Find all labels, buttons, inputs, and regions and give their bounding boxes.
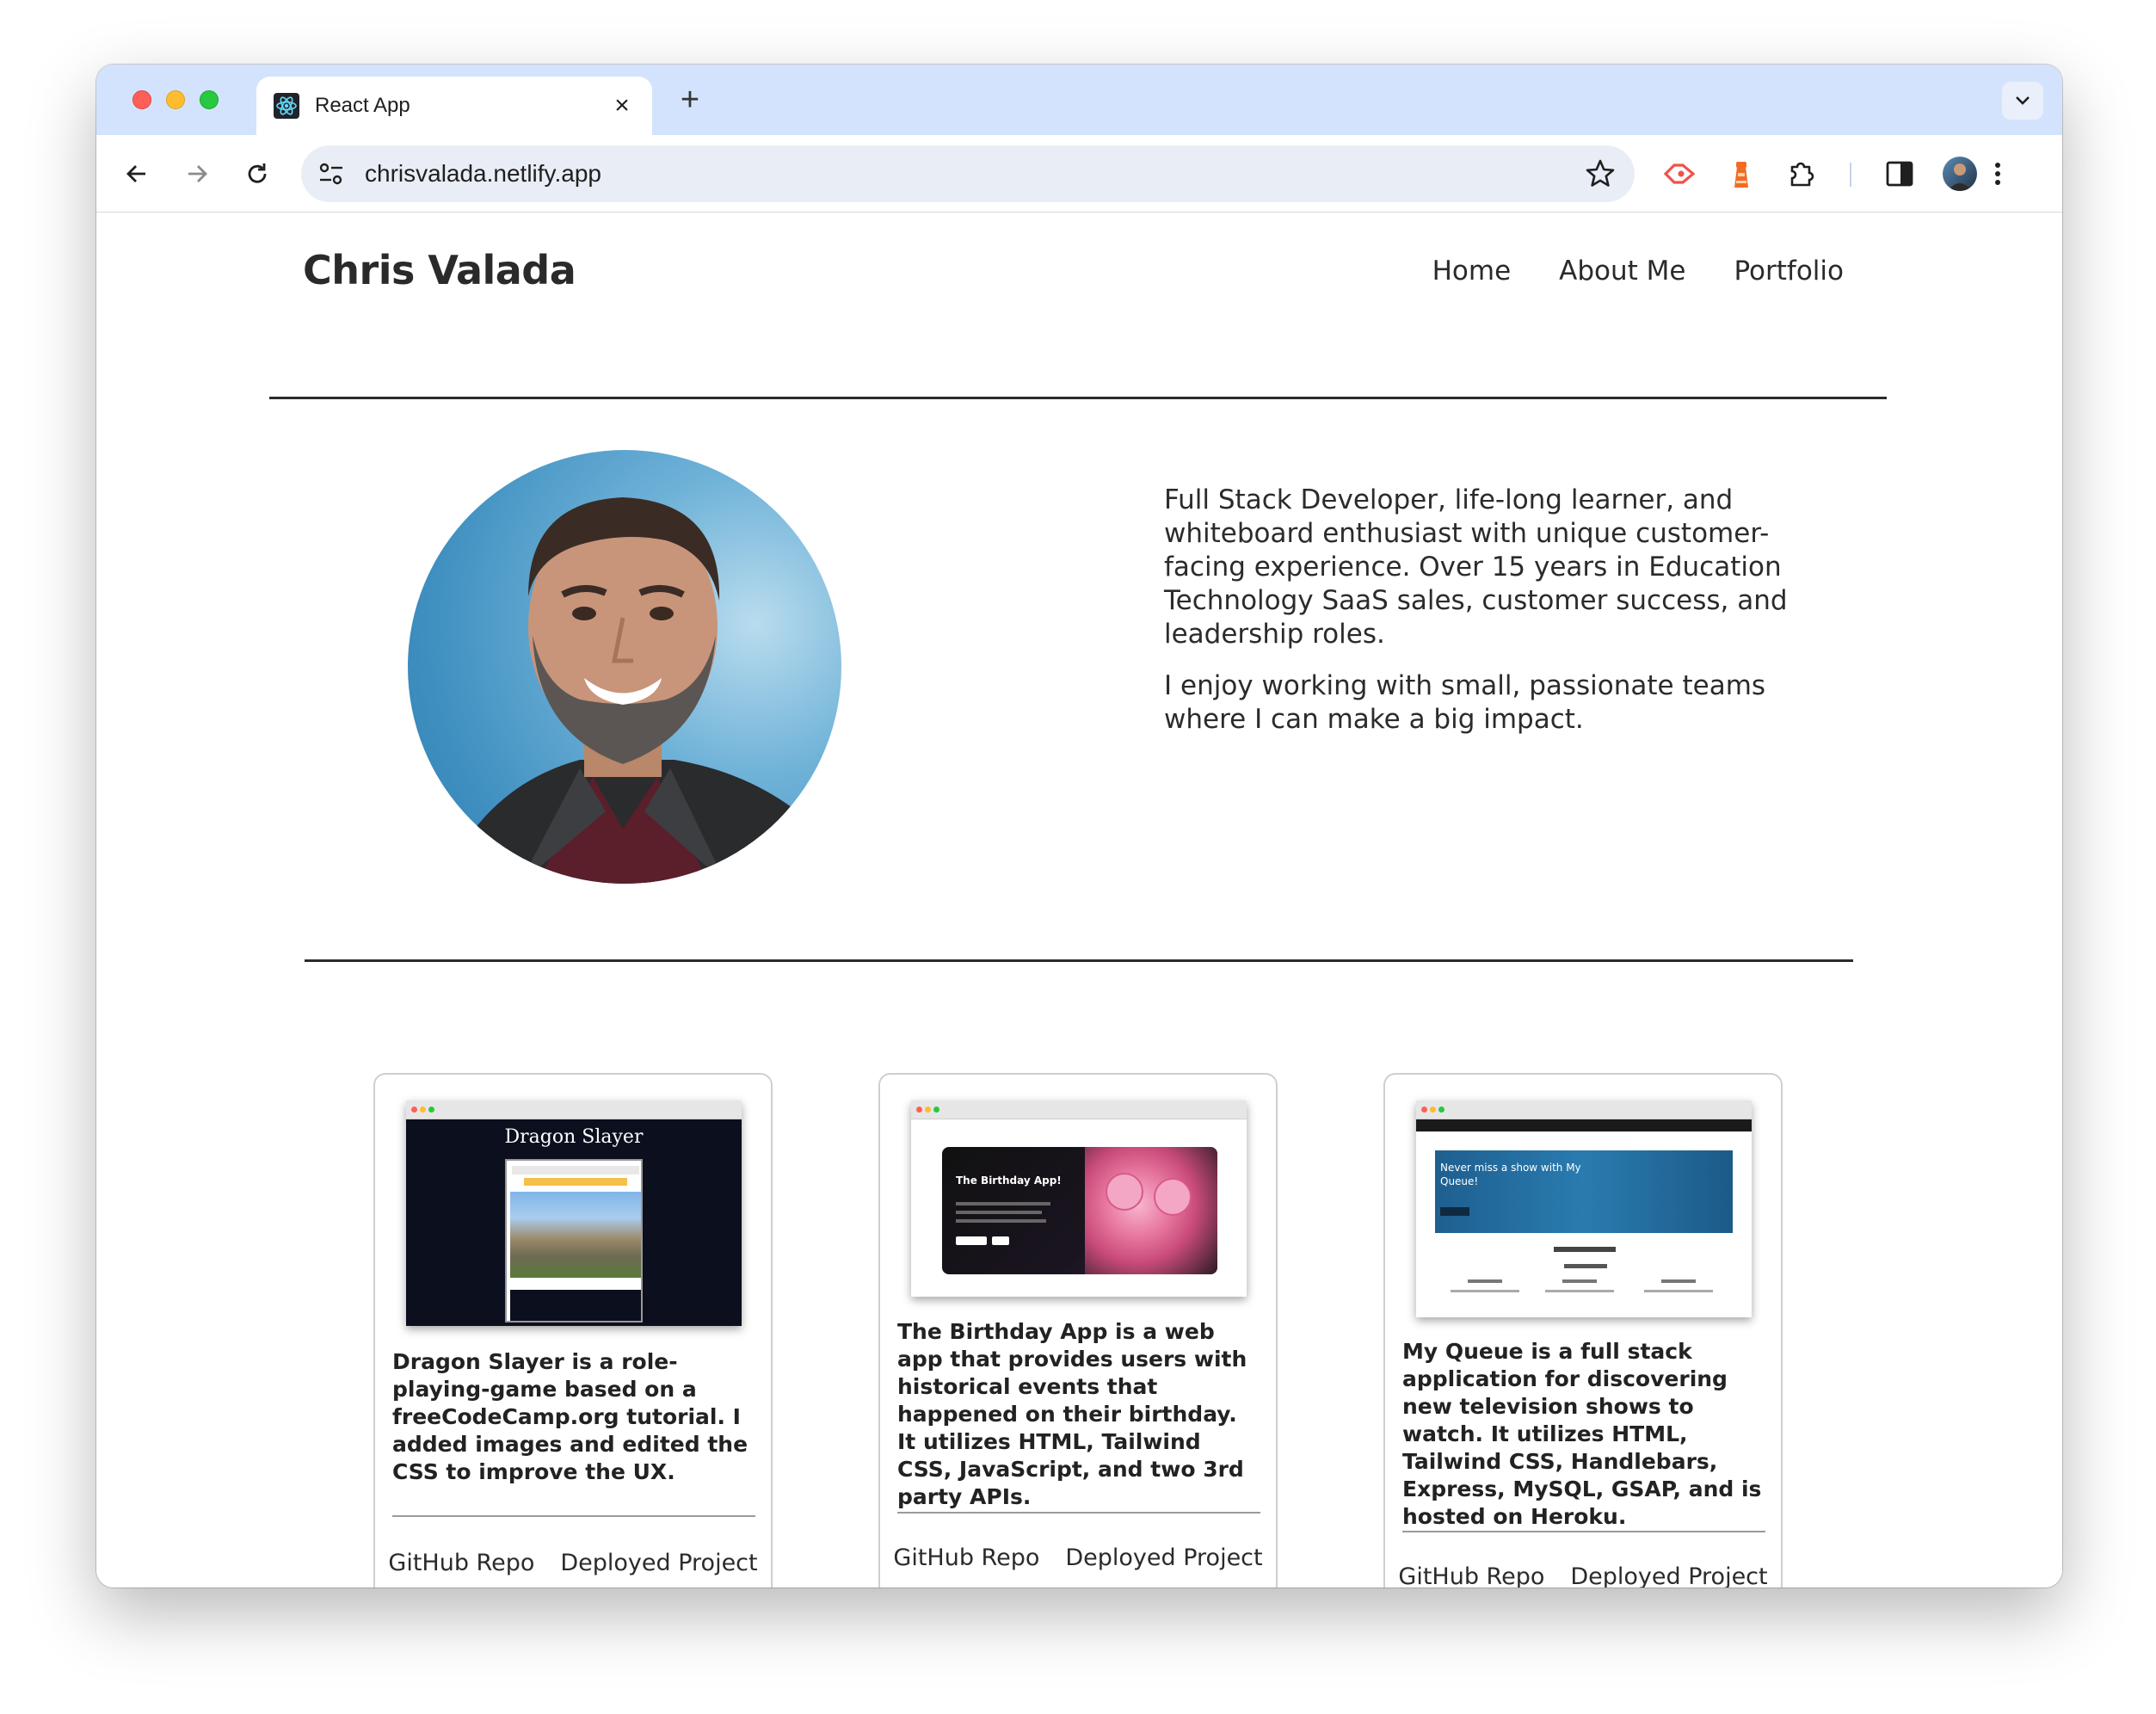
project-description: Dragon Slayer is a role-playing-game bas…: [392, 1349, 748, 1484]
browser-window: React App × + chrisvalada.netlify.app Ch…: [96, 65, 2062, 1588]
project-card: The Birthday App! The Birthday App is a …: [878, 1073, 1278, 1588]
profile-photo: [408, 450, 841, 884]
arrow-right-icon: [188, 165, 207, 182]
deployed-project-link[interactable]: Deployed Project: [1570, 1563, 1767, 1588]
site-settings-icon[interactable]: [317, 160, 346, 188]
extension-arrow-icon[interactable]: [1662, 157, 1697, 191]
react-logo-icon: [274, 93, 299, 119]
reload-button[interactable]: [237, 154, 277, 194]
thumbnail-browser-chrome: [1416, 1101, 1752, 1119]
deployed-project-link[interactable]: Deployed Project: [560, 1550, 757, 1576]
forward-button[interactable]: [177, 154, 217, 194]
thumbnail-title: Dragon Slayer: [504, 1126, 644, 1148]
deployed-project-link[interactable]: Deployed Project: [1065, 1544, 1262, 1571]
nav-portfolio[interactable]: Portfolio: [1734, 256, 1844, 287]
project-screenshot[interactable]: The Birthday App!: [911, 1101, 1247, 1297]
nav-about-me[interactable]: About Me: [1559, 256, 1685, 287]
chevron-down-icon: [2016, 96, 2030, 105]
bio-paragraph-2: I enjoy working with small, passionate t…: [1164, 670, 1766, 735]
project-screenshot[interactable]: Never miss a show with My Queue!: [1416, 1101, 1752, 1317]
card-divider: [1402, 1531, 1765, 1532]
card-divider: [392, 1515, 755, 1517]
browser-toolbar: chrisvalada.netlify.app: [96, 135, 2062, 213]
project-description: My Queue is a full stack application for…: [1402, 1339, 1762, 1529]
thumbnail-browser-chrome: [406, 1101, 742, 1119]
site-nav: Home About Me Portfolio: [1432, 256, 1844, 287]
thumbnail-hero: Never miss a show with My Queue!: [1435, 1150, 1733, 1233]
tab-react-app[interactable]: React App ×: [256, 77, 652, 135]
thumbnail-game-panel: [505, 1159, 643, 1322]
page-content: Chris Valada Home About Me Portfolio Ful…: [96, 213, 2062, 1588]
github-repo-link[interactable]: GitHub Repo: [1398, 1563, 1544, 1588]
profile-avatar-icon[interactable]: [1943, 157, 1977, 191]
project-description: The Birthday App is a web app that provi…: [897, 1319, 1247, 1509]
close-tab-icon[interactable]: ×: [609, 93, 635, 119]
address-bar[interactable]: chrisvalada.netlify.app: [301, 145, 1635, 202]
reload-icon: [248, 163, 267, 183]
card-divider: [897, 1512, 1260, 1514]
tab-title: React App: [315, 94, 410, 117]
browser-menu-icon[interactable]: [1980, 157, 2015, 191]
minimize-window-button[interactable]: [166, 90, 185, 109]
arrow-left-icon: [126, 165, 145, 182]
thumbnail-title: The Birthday App!: [956, 1175, 1062, 1187]
nav-home[interactable]: Home: [1432, 256, 1512, 287]
project-links: GitHub Repo Deployed Project: [375, 1550, 771, 1576]
section-divider: [305, 959, 1853, 962]
tab-search-button[interactable]: [2002, 82, 2043, 120]
url-text[interactable]: chrisvalada.netlify.app: [365, 160, 601, 188]
tab-strip: React App × +: [96, 65, 2062, 135]
project-screenshot[interactable]: Dragon Slayer: [406, 1101, 742, 1326]
new-tab-button[interactable]: +: [673, 83, 707, 116]
bio-paragraph-1: Full Stack Developer, life-long learner,…: [1164, 484, 1788, 650]
thumbnail-browser-chrome: [911, 1101, 1247, 1119]
project-links: GitHub Repo Deployed Project: [880, 1544, 1276, 1571]
back-button[interactable]: [117, 154, 157, 194]
project-links: GitHub Repo Deployed Project: [1385, 1563, 1781, 1588]
thumbnail-hero: The Birthday App!: [942, 1147, 1217, 1274]
toolbar-separator: [1850, 163, 1851, 187]
site-title: Chris Valada: [303, 247, 576, 293]
side-panel-icon[interactable]: [1882, 157, 1917, 191]
project-card: Never miss a show with My Queue! My Queu…: [1383, 1073, 1783, 1588]
extension-lighthouse-icon[interactable]: [1724, 157, 1759, 191]
project-card: Dragon Slayer Dragon Slayer is a role-pl…: [373, 1073, 773, 1588]
maximize-window-button[interactable]: [200, 90, 219, 109]
extensions-puzzle-icon[interactable]: [1784, 157, 1819, 191]
github-repo-link[interactable]: GitHub Repo: [893, 1544, 1039, 1571]
thumbnail-title: Never miss a show with My Queue!: [1440, 1162, 1581, 1187]
bookmark-star-icon[interactable]: [1585, 158, 1616, 189]
close-window-button[interactable]: [132, 90, 151, 109]
header-divider: [269, 397, 1887, 399]
github-repo-link[interactable]: GitHub Repo: [388, 1550, 534, 1576]
